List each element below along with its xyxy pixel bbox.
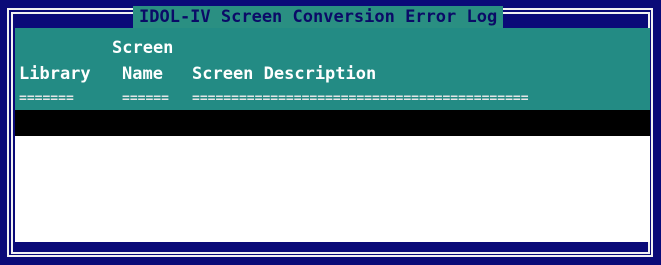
error-log-window: IDOL-IV Screen Conversion Error Log Scre…: [0, 0, 661, 265]
separator-screen: ======: [122, 91, 169, 106]
log-content-area[interactable]: [15, 136, 650, 242]
selected-row-highlight[interactable]: [15, 110, 650, 136]
column-header-screen-description: Screen Description: [192, 64, 377, 84]
column-header-screen-line1: Screen: [112, 38, 174, 58]
column-header-library: Library: [19, 64, 91, 84]
header-separator-row: ======= ====== =========================…: [15, 90, 650, 108]
separator-library: =======: [19, 91, 74, 106]
column-header-screen-name: Name: [122, 64, 163, 84]
separator-description: ========================================…: [192, 91, 529, 106]
window-title: IDOL-IV Screen Conversion Error Log: [133, 6, 504, 28]
